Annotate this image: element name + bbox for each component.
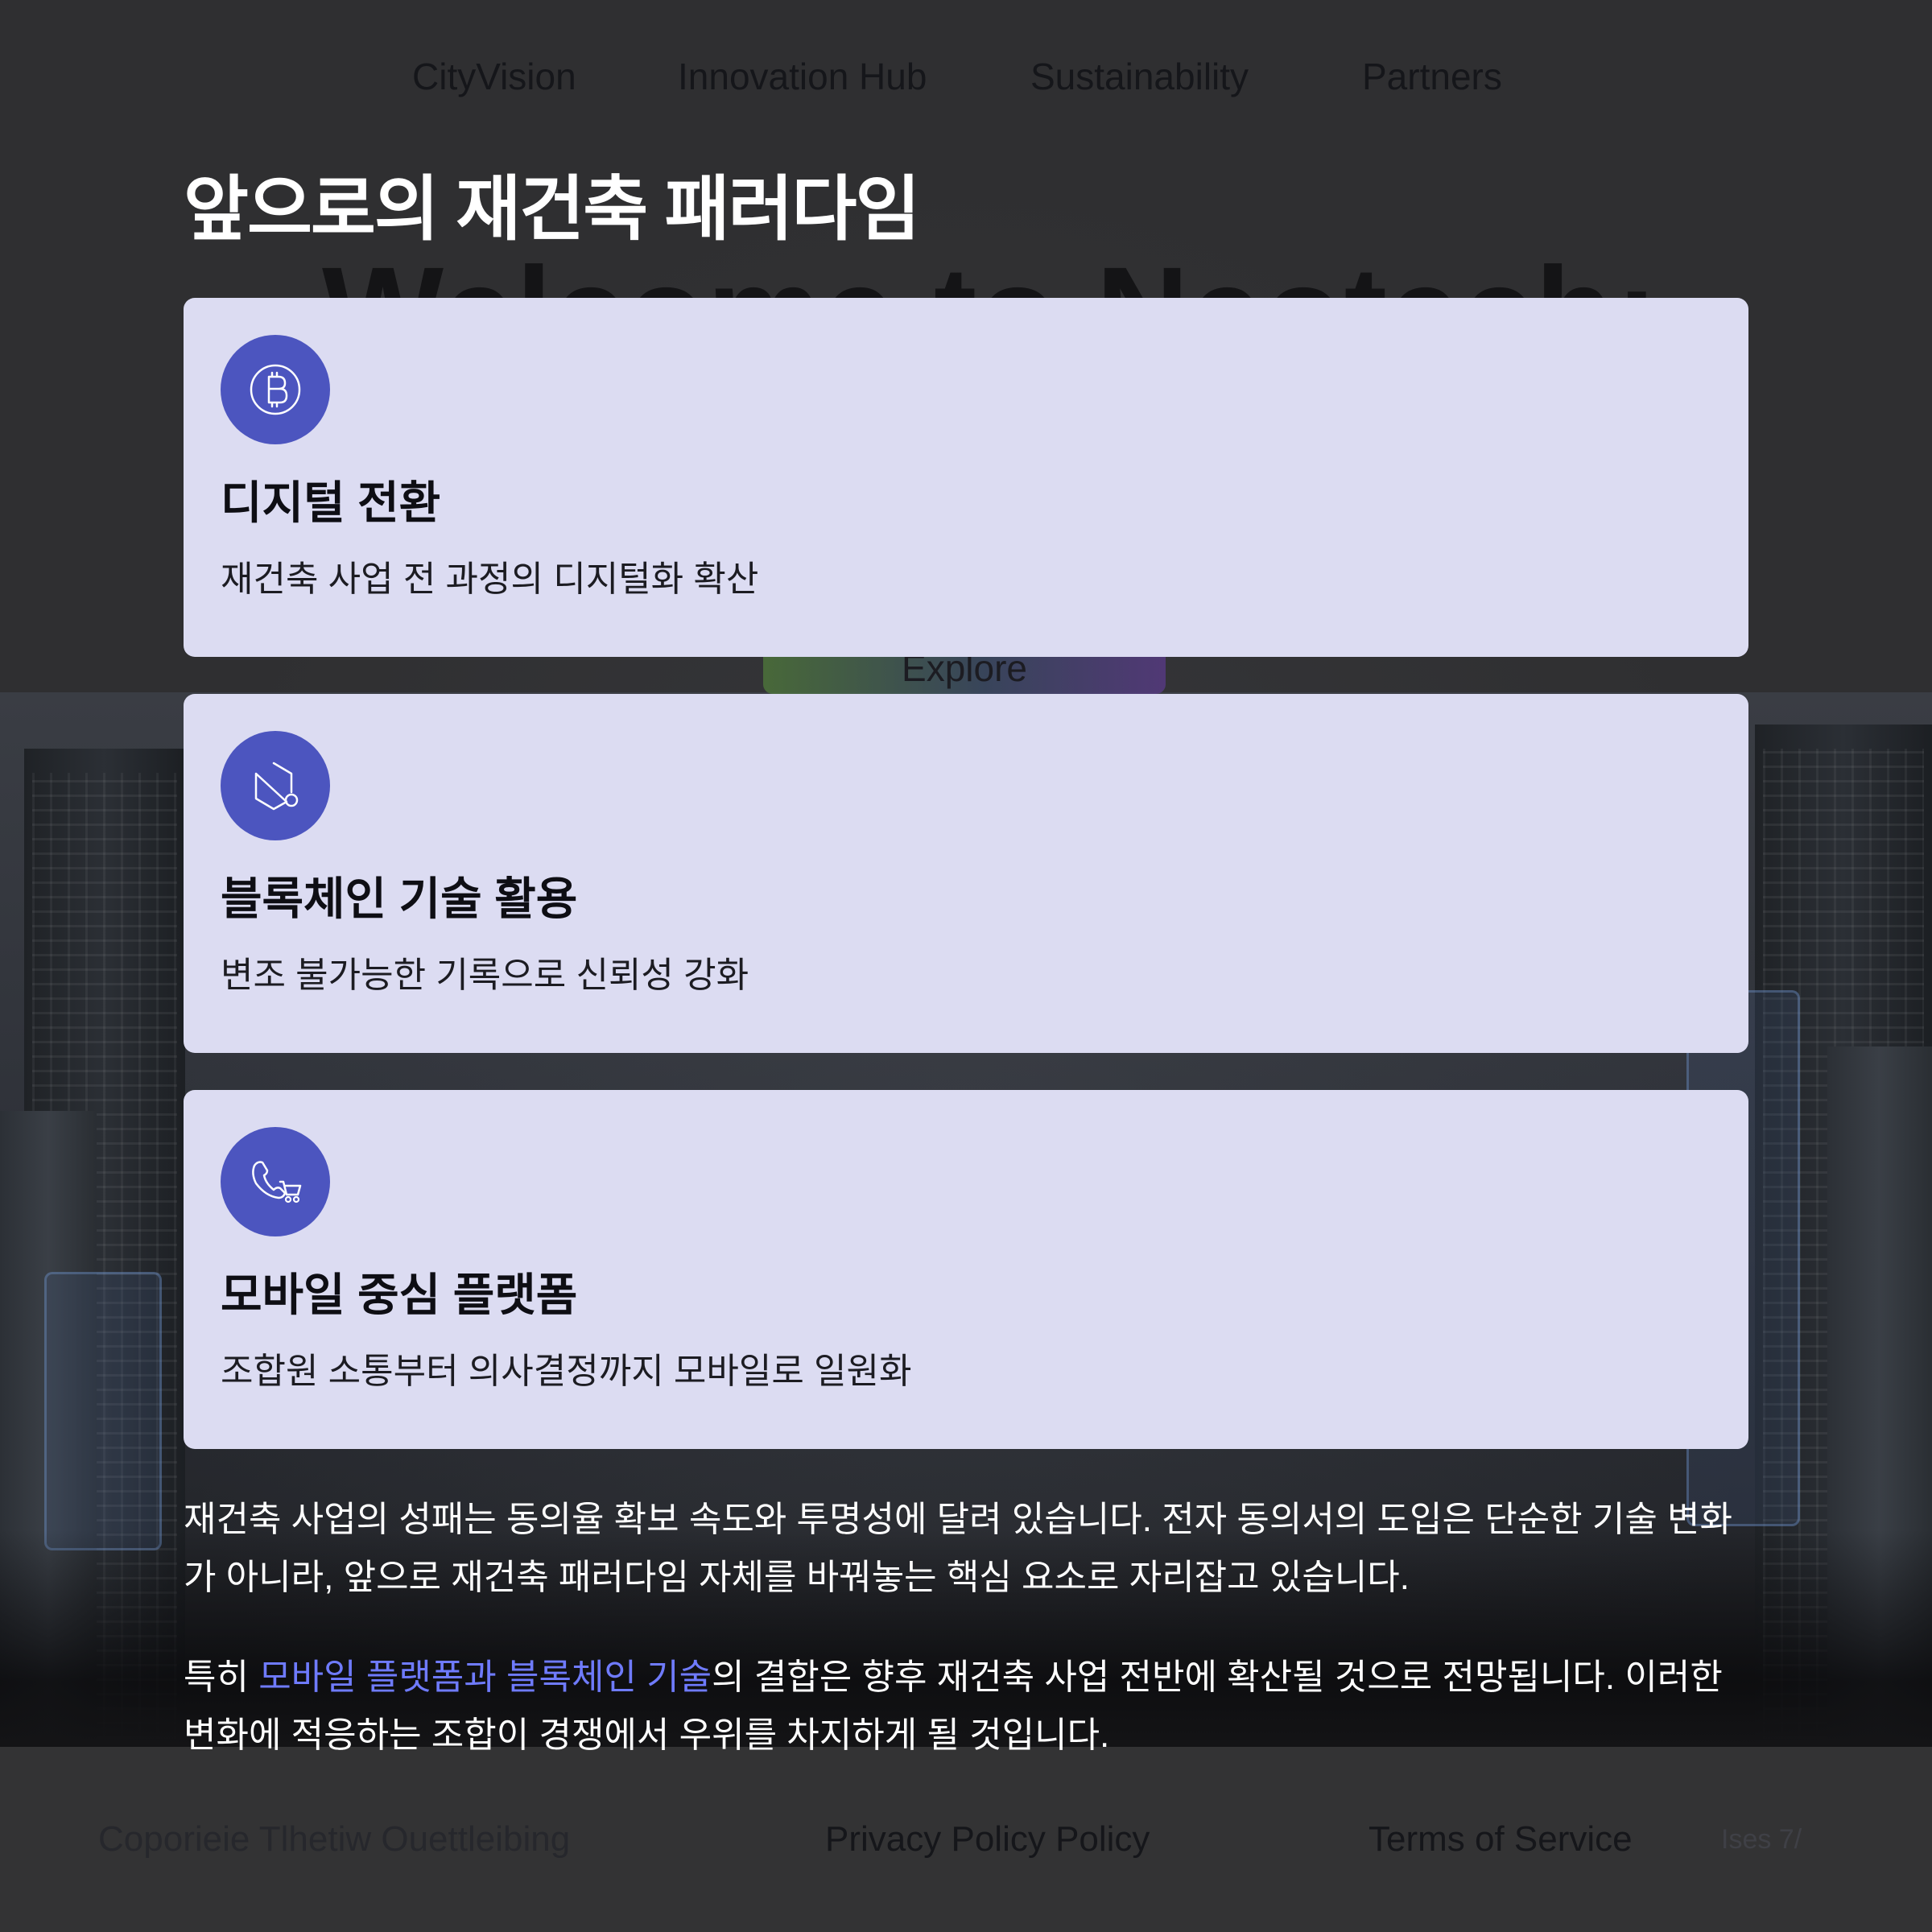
highlight-link[interactable]: 모바일 플랫폼과 블록체인 기술 [258,1657,712,1697]
bitcoin-icon [221,335,330,444]
card-title: 디지털 전환 [221,477,441,528]
body-paragraph-1: 재건축 사업의 성패는 동의율 확보 속도와 투명성에 달려 있습니다. 전자 … [184,1500,1733,1597]
section-title: 앞으로의 재건축 패러다임 [184,169,920,249]
card-title: 블록체인 기술 활용 [221,873,578,924]
nav-item-innovation-hub[interactable]: Innovation Hub [678,48,927,105]
card-description: 변조 불가능한 기록으로 신뢰성 강화 [221,956,749,995]
nav-item-sustainability[interactable]: Sustainability [1030,48,1249,105]
phone-cart-icon [221,1127,330,1236]
footer-copyright: Coporieie Tlhetiw Ouettleibing [98,1819,571,1859]
nav-item-cityvision[interactable]: CityVision [412,48,576,105]
card-description: 조합원 소통부터 의사결정까지 모바일로 일원화 [221,1352,912,1391]
feature-card-blockchain: 블록체인 기술 활용 변조 불가능한 기록으로 신뢰성 강화 [184,694,1748,1053]
card-title: 모바일 중심 플랫폼 [221,1269,578,1320]
feature-card-mobile: 모바일 중심 플랫폼 조합원 소통부터 의사결정까지 모바일로 일원화 [184,1090,1748,1449]
footer-mark: Ises 7/ [1721,1824,1802,1855]
nav-item-partners[interactable]: Partners [1362,48,1502,105]
paragraph-text: 특히 [184,1657,259,1697]
footer-privacy-link[interactable]: Privacy Policy Policy [825,1815,1150,1864]
top-nav: CityVision Innovation Hub Sustainability… [0,48,1932,105]
footer-terms-link[interactable]: Terms of Service [1368,1815,1633,1864]
blockchain-hexagon-icon [221,731,330,840]
body-paragraph-2: 특히 모바일 플랫폼과 블록체인 기술의 결합은 향후 재건축 사업 전반에 확… [184,1649,1761,1765]
card-description: 재건축 사업 전 과정의 디지털화 확산 [221,559,759,599]
feature-card-digital: 디지털 전환 재건축 사업 전 과정의 디지털화 확산 [184,298,1748,657]
